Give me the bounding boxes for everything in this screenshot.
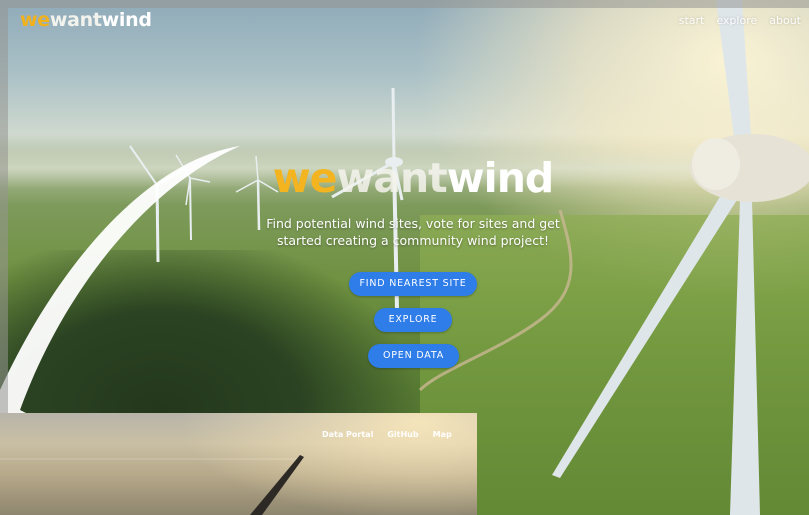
- open-data-button[interactable]: OPEN DATA: [368, 344, 459, 368]
- top-nav: start explore about: [679, 14, 801, 27]
- brand-logo[interactable]: wewantwind: [20, 9, 152, 31]
- hero-title: wewantwind: [272, 154, 555, 202]
- find-nearest-site-button[interactable]: FIND NEAREST SITE: [349, 272, 477, 296]
- explore-button[interactable]: EXPLORE: [374, 308, 452, 332]
- inset-preview-panel: Data Portal GitHub Map: [0, 413, 477, 515]
- hero-tagline: Find potential wind sites, vote for site…: [266, 216, 560, 248]
- inset-nav-github[interactable]: GitHub: [387, 430, 418, 439]
- nav-explore[interactable]: explore: [716, 14, 757, 27]
- inset-nav: Data Portal GitHub Map: [322, 430, 452, 439]
- inset-nav-data-portal[interactable]: Data Portal: [322, 430, 373, 439]
- nav-start[interactable]: start: [679, 14, 705, 27]
- inset-turbine-illustration: [0, 455, 304, 515]
- inset-nav-map[interactable]: Map: [433, 430, 452, 439]
- nav-about[interactable]: about: [769, 14, 801, 27]
